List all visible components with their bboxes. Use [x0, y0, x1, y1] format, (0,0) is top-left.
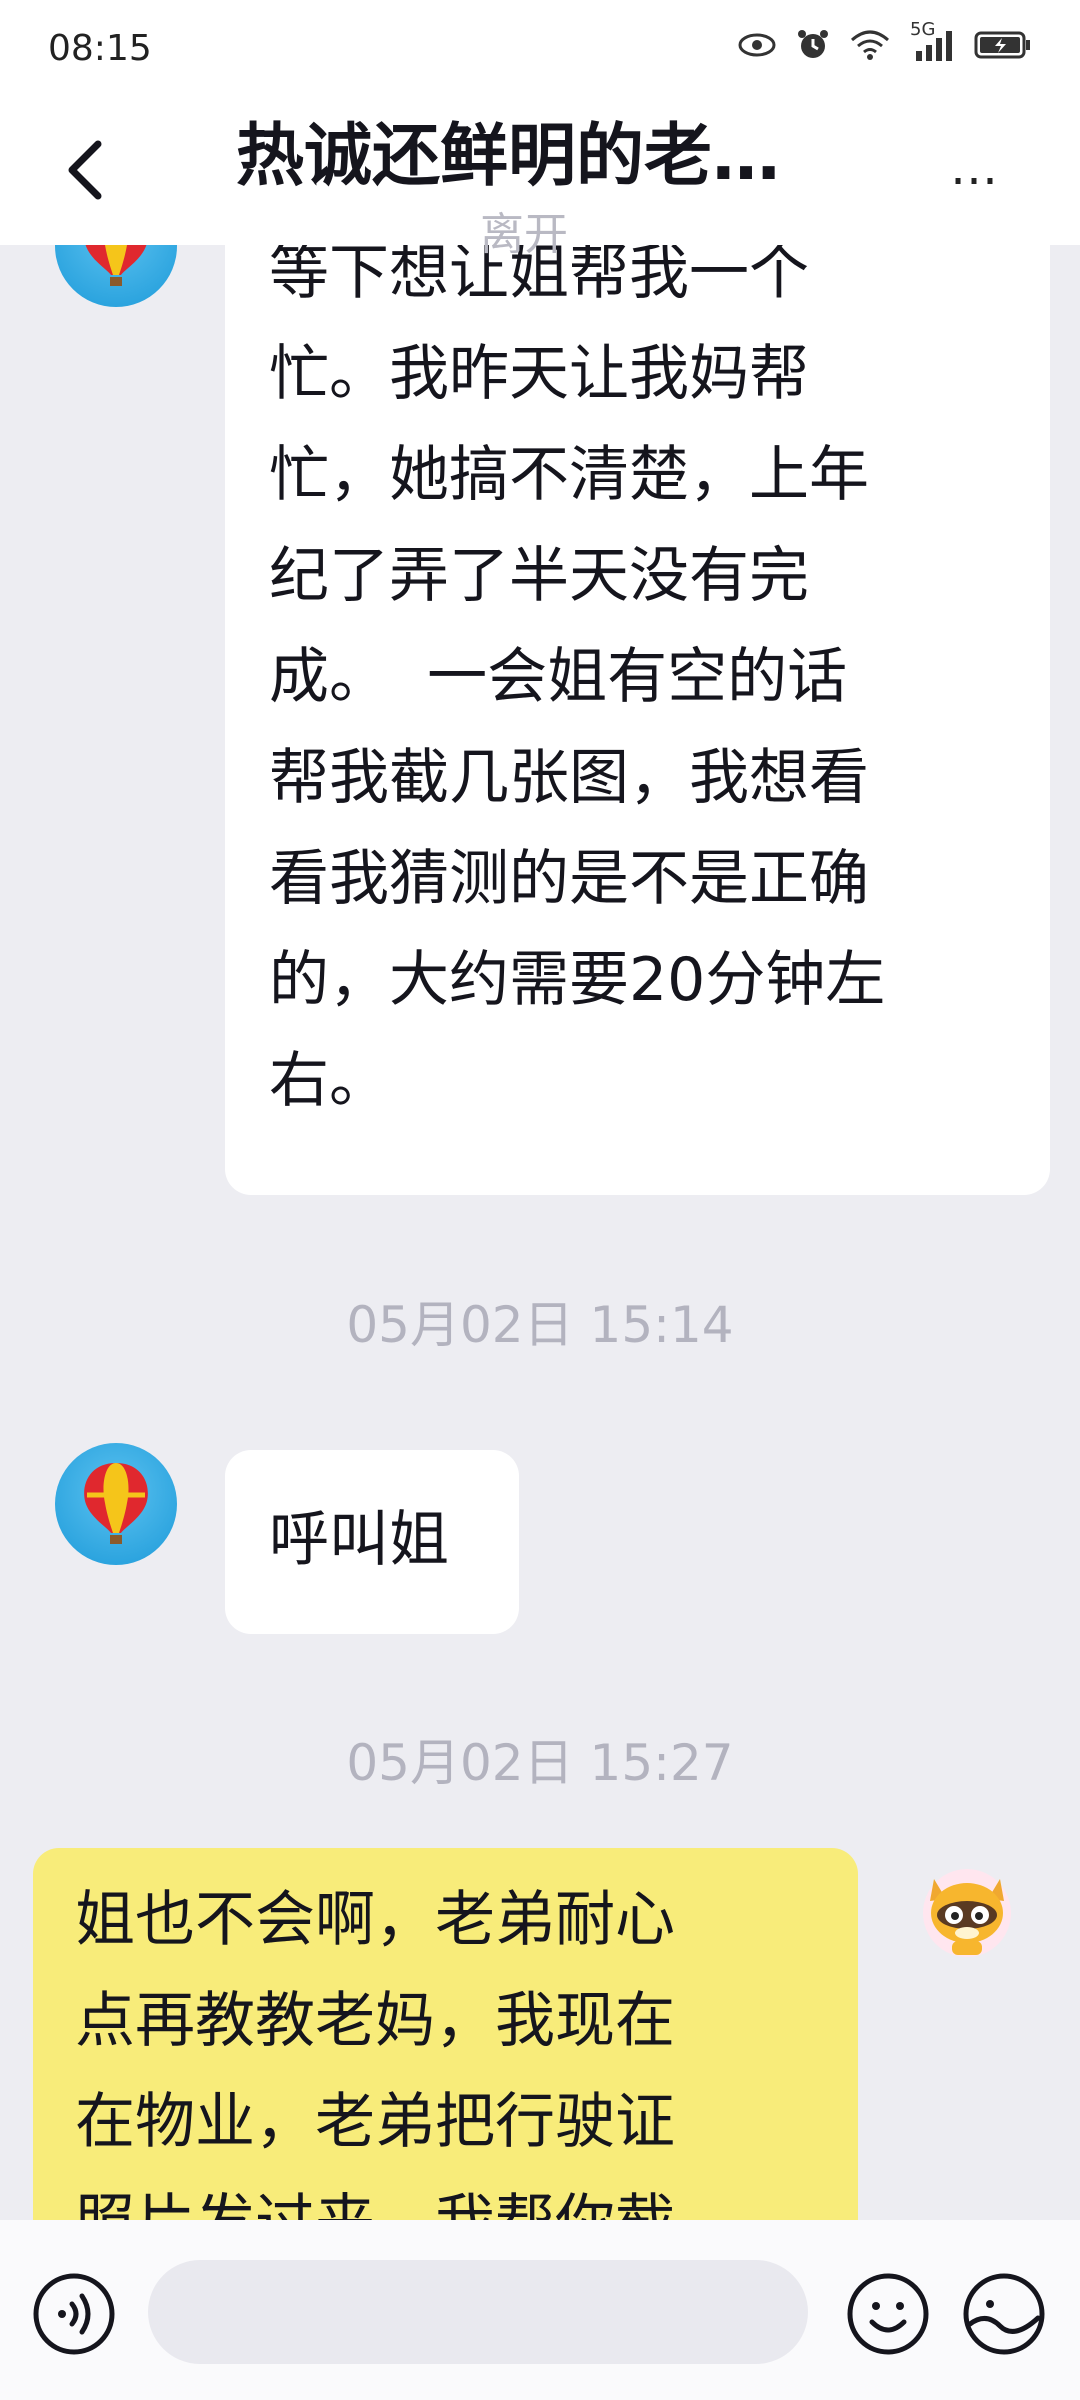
eye-icon	[738, 32, 776, 62]
message-text: 姐也不会啊，老弟耐心 点再教教老妈，我现在 在物业，老弟把行驶证 照片发过来，我…	[75, 1885, 675, 2220]
timestamp: 05月02日 15:14	[346, 1296, 734, 1354]
hot-air-balloon-icon	[85, 245, 147, 286]
hot-air-balloon-icon	[84, 1463, 148, 1544]
contact-avatar[interactable]	[55, 245, 177, 307]
message-text: 呼叫姐	[269, 1505, 449, 1575]
battery-charging-icon	[974, 30, 1032, 64]
network-type: 5G	[910, 19, 936, 40]
message-bubble[interactable]: 等下想让姐帮我一个 忙。我昨天让我妈帮 忙，她搞不清楚，上年 纪了弄了半天没有完…	[225, 245, 1050, 1195]
input-bar	[0, 2220, 1080, 2400]
contact-status: 离开	[480, 209, 568, 260]
raccoon-mascot-icon	[923, 1869, 1011, 1957]
message-input[interactable]	[148, 2260, 808, 2364]
voice-button[interactable]	[32, 2272, 116, 2356]
message-text: 等下想让姐帮我一个 忙。我昨天让我妈帮 忙，她搞不清楚，上年 纪了弄了半天没有完…	[269, 245, 886, 1116]
alarm-icon	[796, 28, 830, 66]
more-button[interactable]: …	[950, 140, 1030, 200]
message-bubble[interactable]: 呼叫姐	[225, 1450, 519, 1634]
emoji-button[interactable]	[846, 2272, 930, 2356]
message-list[interactable]: 等下想让姐帮我一个 忙。我昨天让我妈帮 忙，她搞不清楚，上年 纪了弄了半天没有完…	[0, 245, 1080, 2220]
signal-icon: 5G	[910, 19, 954, 65]
status-icons: 5G	[738, 19, 1032, 66]
contact-avatar[interactable]	[55, 1443, 177, 1565]
timestamp: 05月02日 15:27	[346, 1734, 734, 1792]
voice-icon	[33, 2273, 115, 2355]
chevron-left-icon	[68, 140, 102, 200]
status-time: 08:15	[48, 28, 152, 69]
more-icon: …	[950, 140, 1000, 196]
wifi-icon	[850, 30, 890, 64]
status-bar: 08:15 5G	[0, 0, 1080, 100]
sticker-icon	[963, 2273, 1045, 2355]
chat-title: 热诚还鲜明的老…	[236, 117, 781, 196]
sticker-button[interactable]	[962, 2272, 1046, 2356]
my-avatar[interactable]	[912, 1855, 1022, 1965]
back-button[interactable]	[56, 130, 116, 210]
my-message-bubble[interactable]: 姐也不会啊，老弟耐心 点再教教老妈，我现在 在物业，老弟把行驶证 照片发过来，我…	[33, 1848, 858, 2220]
smiley-icon	[847, 2273, 929, 2355]
